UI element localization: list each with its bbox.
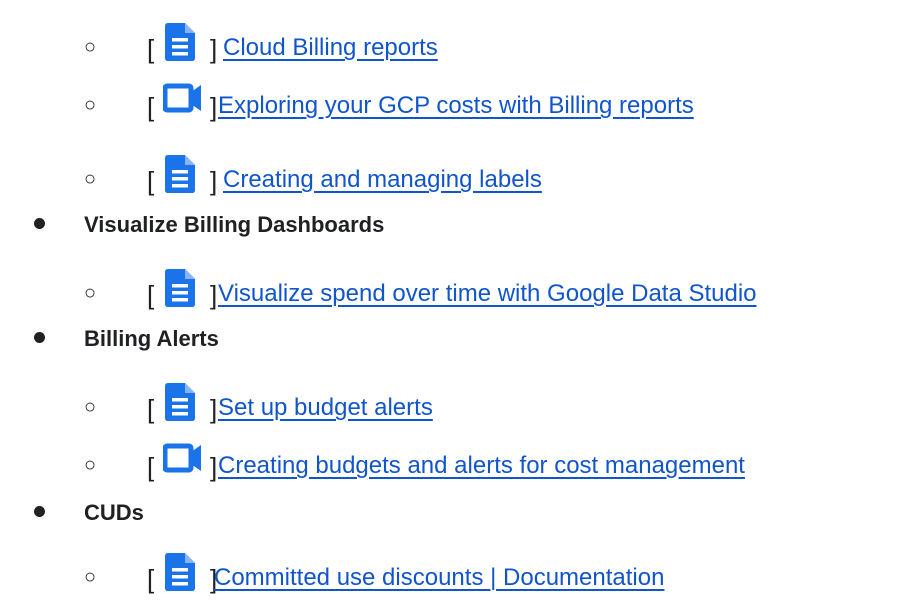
bracket-close: ] (210, 394, 218, 424)
document-icon (163, 552, 197, 592)
hollow-bullet: ○ (84, 36, 97, 58)
bracket-open: [ (147, 280, 155, 310)
link-committed-use-discounts[interactable]: Committed use discounts | Documentation (214, 564, 664, 592)
hollow-bullet: ○ (84, 454, 97, 476)
filled-bullet (34, 332, 45, 343)
hollow-bullet: ○ (84, 282, 97, 304)
document-icon (163, 22, 197, 62)
link-visualize-spend[interactable]: Visualize spend over time with Google Da… (218, 280, 757, 308)
filled-bullet (34, 506, 45, 517)
bracket-open: [ (147, 92, 155, 122)
bracket-open: [ (147, 564, 155, 594)
link-set-up-budget-alerts[interactable]: Set up budget alerts (218, 394, 433, 422)
section-heading: Visualize Billing Dashboards (84, 212, 385, 237)
document-icon (163, 154, 197, 194)
bracket-close: ] (210, 166, 218, 196)
bracket-close: ] (210, 280, 218, 310)
bracket-open: [ (147, 34, 155, 64)
bracket-close: ] (210, 92, 218, 122)
document-icon (163, 268, 197, 308)
link-exploring-gcp-costs[interactable]: Exploring your GCP costs with Billing re… (218, 92, 694, 120)
bracket-open: [ (147, 452, 155, 482)
section-heading: CUDs (84, 500, 144, 525)
hollow-bullet: ○ (84, 168, 97, 190)
bracket-open: [ (147, 166, 155, 196)
hollow-bullet: ○ (84, 566, 97, 588)
bracket-close: ] (210, 34, 218, 64)
bracket-open: [ (147, 394, 155, 424)
link-creating-managing-labels[interactable]: Creating and managing labels (223, 166, 542, 194)
link-creating-budgets-alerts[interactable]: Creating budgets and alerts for cost man… (218, 452, 745, 480)
document-icon (163, 382, 197, 422)
filled-bullet (34, 218, 45, 229)
video-icon (162, 440, 201, 480)
hollow-bullet: ○ (84, 396, 97, 418)
link-cloud-billing-reports[interactable]: Cloud Billing reports (223, 34, 438, 62)
bracket-close: ] (210, 452, 218, 482)
section-heading: Billing Alerts (84, 326, 219, 351)
hollow-bullet: ○ (84, 94, 97, 116)
video-icon (162, 80, 201, 120)
